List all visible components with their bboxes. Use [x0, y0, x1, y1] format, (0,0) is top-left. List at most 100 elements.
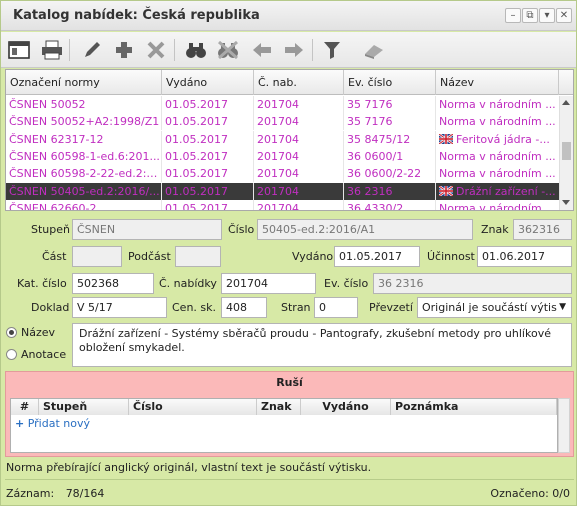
dropdown-icon[interactable]: ▾ — [539, 8, 555, 23]
print-icon[interactable] — [39, 37, 65, 63]
eraser-icon[interactable] — [361, 37, 387, 63]
table-row[interactable]: ČSNEN 50052+A2:1998/Z1 01.05.2017 201704 35… — [6, 113, 559, 131]
cast-label: Část — [42, 250, 67, 263]
podcast-field[interactable] — [175, 246, 221, 267]
prevzeti-select[interactable]: Originál je součástí výtis ▼ — [417, 297, 572, 318]
cell-text: 35 7176 — [347, 115, 393, 129]
vydano-field[interactable]: 01.05.2017 — [334, 246, 420, 267]
title-bar[interactable]: Katalog nabídek: Česká republika – ⧉ ▾ ✕ — [1, 1, 576, 31]
prevzeti-value: Originál je součástí výtis — [422, 301, 557, 314]
grid-header: Označení normy Vydáno Č. nab. Ev. číslo … — [6, 70, 573, 95]
kat-cislo-field[interactable]: 502368 — [72, 273, 154, 294]
cell-text: 01.05.2017 — [165, 115, 228, 129]
table-cell: 201704 — [254, 96, 344, 113]
table-cell: 01.05.2017 — [162, 147, 254, 165]
table-cell: Norma v národním ... — [436, 165, 559, 182]
column-header[interactable]: Č. nab. — [254, 70, 344, 95]
table-row[interactable]: ČSNEN 50052 01.05.2017 201704 35 7176 Norma … — [6, 96, 559, 113]
ucinnost-field[interactable]: 01.06.2017 — [477, 246, 572, 267]
radio-nazev[interactable] — [6, 327, 17, 338]
table-row[interactable]: ČSNEN 60598-1-ed.6:201... 01.05.2017 20170… — [6, 147, 559, 165]
table-row[interactable]: ČSNEN 50405-ed.2:2016/... 01.05.2017 20170… — [6, 182, 559, 200]
cell-text: 36 0600/2-22 — [347, 167, 422, 181]
radio-anotace[interactable] — [6, 349, 17, 360]
table-cell: 01.05.2017 — [162, 96, 254, 113]
filter-icon[interactable] — [319, 37, 345, 63]
podcast-label: Podčást — [128, 250, 171, 263]
table-cell: 35 7176 — [344, 113, 436, 131]
cell-text: Norma v národním ... — [439, 98, 556, 111]
rusi-scrollbar[interactable] — [558, 398, 570, 453]
cell-text: 201704 — [257, 115, 299, 129]
table-cell: 201704 — [254, 147, 344, 165]
table-row[interactable]: ČSNEN 60598-2-22-ed.2:2... 01.05.2017 2017… — [6, 165, 559, 183]
add-new-link[interactable]: + Přidat nový — [15, 417, 90, 430]
rusi-column-header[interactable]: Vydáno — [301, 399, 391, 415]
cell-text: ČSNEN 50405-ed.2:2016/... — [9, 184, 160, 198]
cell-text: 201704 — [257, 149, 299, 163]
cen-sk-label: Cen. sk. — [172, 301, 217, 314]
c-nabidky-field[interactable]: 201704 — [221, 273, 316, 294]
table-cell: Norma v národním ... — [436, 148, 559, 165]
ev-cislo-label: Ev. číslo — [324, 277, 369, 290]
stran-field[interactable]: 0 — [314, 297, 358, 318]
column-header[interactable]: Vydáno — [162, 70, 254, 95]
status-divider — [5, 479, 574, 480]
table-cell: 36 4330/2 — [344, 199, 436, 210]
minimize-icon[interactable]: – — [505, 8, 521, 23]
description-text[interactable]: Drážní zařízení - Systémy sběračů proudu… — [72, 323, 572, 367]
rusi-column-header[interactable]: Poznámka — [391, 399, 557, 415]
cell-text: Feritová jádra -... — [456, 132, 550, 146]
column-header[interactable]: Označení normy — [6, 70, 162, 95]
close-icon[interactable]: ✕ — [556, 8, 572, 23]
table-row[interactable]: ČSNEN 62317-12 01.05.2017 201704 35 8475/12… — [6, 130, 559, 148]
cell-text: 201704 — [257, 167, 299, 181]
chevron-down-icon: ▼ — [559, 302, 566, 312]
column-header[interactable]: Název — [436, 70, 559, 95]
arrow-right-icon[interactable] — [281, 37, 307, 63]
cell-text: 01.05.2017 — [165, 132, 228, 146]
rusi-column-header[interactable]: Stupeň — [39, 399, 129, 415]
scroll-thumb[interactable] — [562, 142, 571, 160]
arrow-left-icon[interactable] — [249, 37, 275, 63]
popout-icon[interactable]: ⧉ — [522, 8, 538, 23]
ev-cislo-field[interactable]: 36 2316 — [373, 273, 572, 294]
rusi-column-header[interactable]: Číslo — [129, 399, 257, 415]
cell-text: Norma v národním ... — [439, 201, 556, 211]
cell-text: ČSNEN 50052+A2:1998/Z1 — [9, 115, 160, 129]
table-cell: ČSNEN 62317-12 — [6, 130, 162, 148]
table-cell: 36 2316 — [344, 182, 436, 200]
binoculars-off-icon[interactable] — [215, 37, 241, 63]
plus-icon: + — [15, 417, 25, 430]
cell-text: ČSNEN 62317-12 — [9, 132, 104, 146]
binoculars-icon[interactable] — [183, 37, 209, 63]
catalog-window: Katalog nabídek: Česká republika – ⧉ ▾ ✕ — [0, 0, 577, 506]
standards-grid[interactable]: Označení normy Vydáno Č. nab. Ev. číslo … — [5, 69, 574, 211]
table-cell: 01.05.2017 — [162, 165, 254, 183]
cislo-field[interactable]: 50405-ed.2:2016/A1 — [257, 219, 473, 240]
stran-label: Stran — [281, 301, 311, 314]
table-cell: 201704 — [254, 182, 344, 200]
scroll-up-icon[interactable] — [562, 100, 570, 105]
cen-sk-field[interactable]: 408 — [221, 297, 267, 318]
edit-icon[interactable] — [79, 37, 105, 63]
cell-text: Norma v národním ... — [439, 149, 556, 163]
scroll-down-icon[interactable] — [562, 200, 570, 205]
cast-field[interactable] — [72, 246, 122, 267]
table-cell: 35 8475/12 — [344, 130, 436, 148]
delete-icon[interactable] — [143, 37, 169, 63]
znak-field[interactable]: 362316 — [513, 219, 572, 240]
rusi-grid[interactable]: # Stupeň Číslo Znak Vydáno Poznámka + Př… — [10, 398, 558, 453]
table-row[interactable]: ČSNEN 62660-2 01.05.2017 201704 36 4330/2 No… — [6, 199, 559, 211]
add-icon[interactable] — [111, 37, 137, 63]
cell-text: 01.05.2017 — [165, 167, 228, 181]
column-header[interactable]: Ev. číslo — [344, 70, 436, 95]
rusi-column-header[interactable]: Znak — [257, 399, 301, 415]
grid-scrollbar[interactable] — [559, 96, 573, 210]
ucinnost-label: Účinnost — [427, 250, 475, 263]
rusi-column-header[interactable]: # — [11, 399, 39, 415]
stupen-field[interactable]: ČSNEN — [72, 219, 222, 240]
doklad-field[interactable]: V 5/17 — [72, 297, 167, 318]
window-icon[interactable] — [6, 37, 32, 63]
doklad-label: Doklad — [31, 301, 70, 314]
